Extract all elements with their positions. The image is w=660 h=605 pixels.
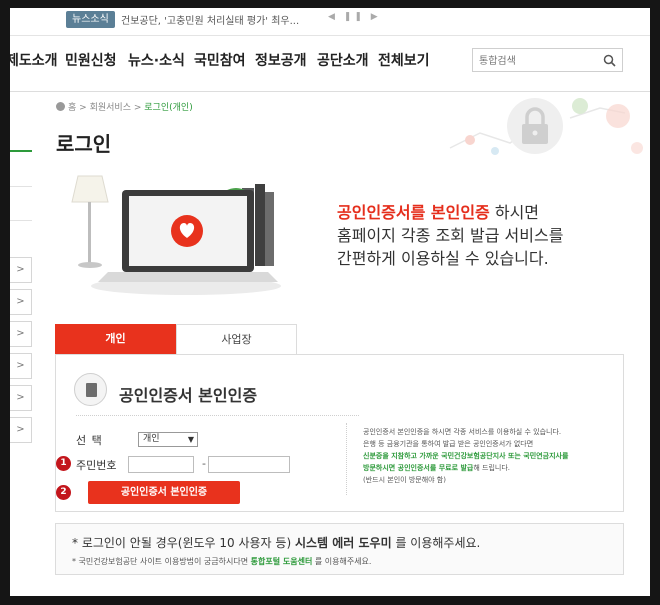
select-label: 선 택 xyxy=(76,434,103,447)
nav-item-system[interactable]: 제도소개 xyxy=(10,50,58,70)
sidebar-arrow-button[interactable]: > xyxy=(10,321,32,347)
nav-item-civil-petition[interactable]: 민원신청 xyxy=(65,50,117,70)
notice-box: * 로그인이 안될 경우(윈도우 10 사용자 등) 시스템 에러 도우미 를 … xyxy=(55,523,624,575)
news-controls[interactable]: ◀ ❚❚ ▶ xyxy=(328,12,381,22)
nav-item-all[interactable]: 전체보기 xyxy=(378,50,430,70)
lock-decoration-icon xyxy=(449,98,643,155)
page-frame: 뉴스소식 건보공단, '고충민원 처리실태 평가' 최우... ◀ ❚❚ ▶ 제… xyxy=(10,8,650,596)
notice-line-1: * 로그인이 안될 경우(윈도우 10 사용자 등) 시스템 에러 도우미 를 … xyxy=(72,534,480,551)
tab-business[interactable]: 사업장 xyxy=(176,324,297,354)
laptop-illustration-icon xyxy=(71,175,281,295)
member-type-select[interactable]: 개인 ▼ xyxy=(138,432,198,447)
hero-line1-rest: 하시면 xyxy=(489,203,540,222)
notice-2-tail: 를 이용해주세요. xyxy=(312,557,372,566)
system-error-helper-link[interactable]: 시스템 에러 도우미 xyxy=(295,536,392,550)
breadcrumb-separator: > xyxy=(79,103,87,113)
main-navigation: 제도소개 민원신청 뉴스·소식 국민참여 정보공개 공단소개 전체보기 xyxy=(10,36,650,92)
notice-1-tail: 를 이용해주세요. xyxy=(391,536,481,550)
info-line-2: 은행 등 금융기관을 통하여 발급 받은 공인인증서가 없다면 xyxy=(363,440,534,448)
cert-login-panel: 공인인증서 본인인증 선 택 개인 ▼ 1 주민번호 - 2 공인인증서 본인인… xyxy=(55,354,624,512)
breadcrumb-section[interactable]: 회원서비스 xyxy=(90,103,131,113)
info-line-5: (반드시 본인이 방문해야 함) xyxy=(363,476,446,484)
page-title: 로그인 xyxy=(56,132,112,156)
select-value: 개인 xyxy=(143,434,160,444)
info-line-4-highlight: 방문하시면 공인인증서를 무료로 발급 xyxy=(363,464,474,472)
breadcrumb-separator: > xyxy=(133,103,142,113)
news-headline[interactable]: 건보공단, '고충민원 처리실태 평가' 최우... xyxy=(121,12,299,27)
home-icon[interactable] xyxy=(56,102,65,111)
certificate-icon xyxy=(74,373,107,406)
notice-1-text: * 로그인이 안될 경우(윈도우 10 사용자 등) xyxy=(72,536,295,550)
hero-line3: 간편하게 이용하실 수 있습니다. xyxy=(337,249,549,268)
sidebar-arrow-button[interactable]: > xyxy=(10,289,32,315)
nav-item-about[interactable]: 공단소개 xyxy=(317,50,369,70)
rrn-back-input[interactable] xyxy=(208,456,290,473)
hero-message: 공인인증서를 본인인증 하시면 홈페이지 각종 조회 발급 서비스를 간편하게 … xyxy=(337,201,563,270)
cert-title: 공인인증서 본인인증 xyxy=(119,386,258,405)
breadcrumb-home[interactable]: 홈 xyxy=(68,103,76,113)
sidebar-arrow-button[interactable]: > xyxy=(10,417,32,443)
hero-line2: 홈페이지 각종 조회 발급 서비스를 xyxy=(337,226,564,245)
nav-item-participation[interactable]: 국민참여 xyxy=(194,50,246,70)
rrn-dash: - xyxy=(202,457,206,470)
cert-info-text: 공인인증서 본인인증을 하시면 각종 서비스를 이용하실 수 있습니다. 은행 … xyxy=(363,426,618,486)
search-input[interactable] xyxy=(473,50,593,73)
info-line-1: 공인인증서 본인인증을 하시면 각종 서비스를 이용하실 수 있습니다. xyxy=(363,428,562,436)
nav-item-disclosure[interactable]: 정보공개 xyxy=(255,50,307,70)
rrn-label: 주민번호 xyxy=(76,459,117,472)
search-icon[interactable] xyxy=(603,54,616,67)
chevron-down-icon: ▼ xyxy=(187,435,194,444)
news-bar: 뉴스소식 건보공단, '고충민원 처리실태 평가' 최우... ◀ ❚❚ ▶ xyxy=(10,8,650,36)
step-2-badge: 2 xyxy=(56,485,71,500)
sidebar-arrow-button[interactable]: > xyxy=(10,353,32,379)
step-1-badge: 1 xyxy=(56,456,71,471)
nav-item-news[interactable]: 뉴스·소식 xyxy=(128,50,185,70)
sidebar-divider xyxy=(10,220,32,221)
tab-personal[interactable]: 개인 xyxy=(55,324,176,354)
breadcrumb: 홈 > 회원서비스 > 로그인(개인) xyxy=(56,100,193,113)
breadcrumb-current: 로그인(개인) xyxy=(144,103,193,113)
divider xyxy=(76,415,359,416)
notice-2-text: * 국민건강보험공단 사이트 이용방법이 궁금하시다면 xyxy=(72,557,251,566)
sidebar-active-line xyxy=(10,150,32,152)
rrn-front-input[interactable] xyxy=(128,456,194,473)
sidebar-arrow-button[interactable]: > xyxy=(10,385,32,411)
cert-auth-button[interactable]: 공인인증서 본인인증 xyxy=(88,481,240,504)
news-badge[interactable]: 뉴스소식 xyxy=(66,11,115,28)
info-line-3: 신분증을 지참하고 가까운 국민건강보험공단지사 또는 국민연금지사를 xyxy=(363,452,569,460)
vertical-divider xyxy=(346,423,347,495)
sidebar-arrow-button[interactable]: > xyxy=(10,257,32,283)
notice-line-2: * 국민건강보험공단 사이트 이용방법이 궁금하시다면 통합포털 도움센터 를 … xyxy=(72,556,371,567)
sidebar-divider xyxy=(10,186,32,187)
search-box xyxy=(472,48,623,73)
help-center-link[interactable]: 통합포털 도움센터 xyxy=(251,557,313,566)
hero-highlight: 공인인증서를 본인인증 xyxy=(337,203,490,222)
info-line-4-rest: 해 드립니다. xyxy=(473,464,511,472)
